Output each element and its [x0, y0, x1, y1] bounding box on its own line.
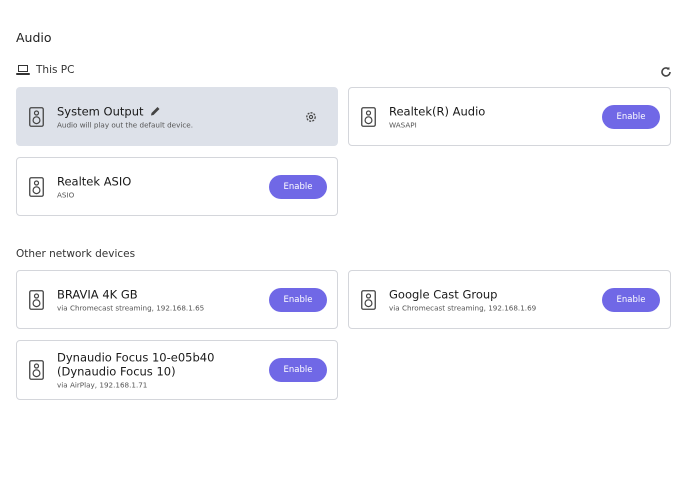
section-header-this-pc: This PC — [16, 64, 74, 76]
device-subtitle: WASAPI — [389, 120, 417, 129]
enable-button[interactable]: Enable — [269, 174, 327, 199]
pencil-icon[interactable] — [150, 106, 161, 117]
gear-icon[interactable] — [305, 111, 317, 123]
speaker-icon — [29, 289, 44, 310]
device-name: Google Cast Group — [389, 287, 498, 301]
device-name: Realtek ASIO — [57, 174, 132, 188]
device-name: System Output — [57, 104, 144, 118]
enable-button[interactable]: Enable — [269, 358, 327, 382]
speaker-icon — [361, 106, 376, 127]
enable-button[interactable]: Enable — [269, 287, 327, 312]
device-card-system-output[interactable]: System Output Audio will play out the de… — [16, 87, 338, 146]
section-title-network: Other network devices — [16, 248, 136, 260]
refresh-icon[interactable] — [659, 65, 673, 79]
page-title: Audio — [16, 30, 52, 45]
speaker-icon — [361, 289, 376, 310]
device-name: Dynaudio Focus 10-e05b40 (Dynaudio Focus… — [57, 350, 215, 379]
device-subtitle: via Chromecast streaming, 192.168.1.69 — [389, 303, 537, 312]
device-card-bravia[interactable]: BRAVIA 4K GB via Chromecast streaming, 1… — [16, 270, 338, 329]
device-card-realtek-asio[interactable]: Realtek ASIO ASIO Enable — [16, 157, 338, 216]
speaker-icon — [29, 360, 44, 380]
device-subtitle: ASIO — [57, 190, 75, 199]
device-subtitle: via AirPlay, 192.168.1.71 — [57, 380, 148, 390]
device-card-dynaudio[interactable]: Dynaudio Focus 10-e05b40 (Dynaudio Focus… — [16, 340, 338, 400]
speaker-icon — [29, 106, 44, 127]
device-subtitle: Audio will play out the default device. — [57, 120, 193, 129]
enable-button[interactable]: Enable — [602, 104, 660, 129]
device-name: Realtek(R) Audio — [389, 104, 486, 118]
device-name: BRAVIA 4K GB — [57, 287, 138, 301]
device-subtitle: via Chromecast streaming, 192.168.1.65 — [57, 303, 205, 312]
section-title-this-pc: This PC — [36, 64, 75, 76]
enable-button[interactable]: Enable — [602, 287, 660, 312]
speaker-icon — [29, 176, 44, 197]
laptop-icon — [16, 65, 30, 75]
device-card-realtek-audio[interactable]: Realtek(R) Audio WASAPI Enable — [348, 87, 671, 146]
device-card-google-cast-group[interactable]: Google Cast Group via Chromecast streami… — [348, 270, 671, 329]
section-header-network: Other network devices — [16, 248, 135, 260]
